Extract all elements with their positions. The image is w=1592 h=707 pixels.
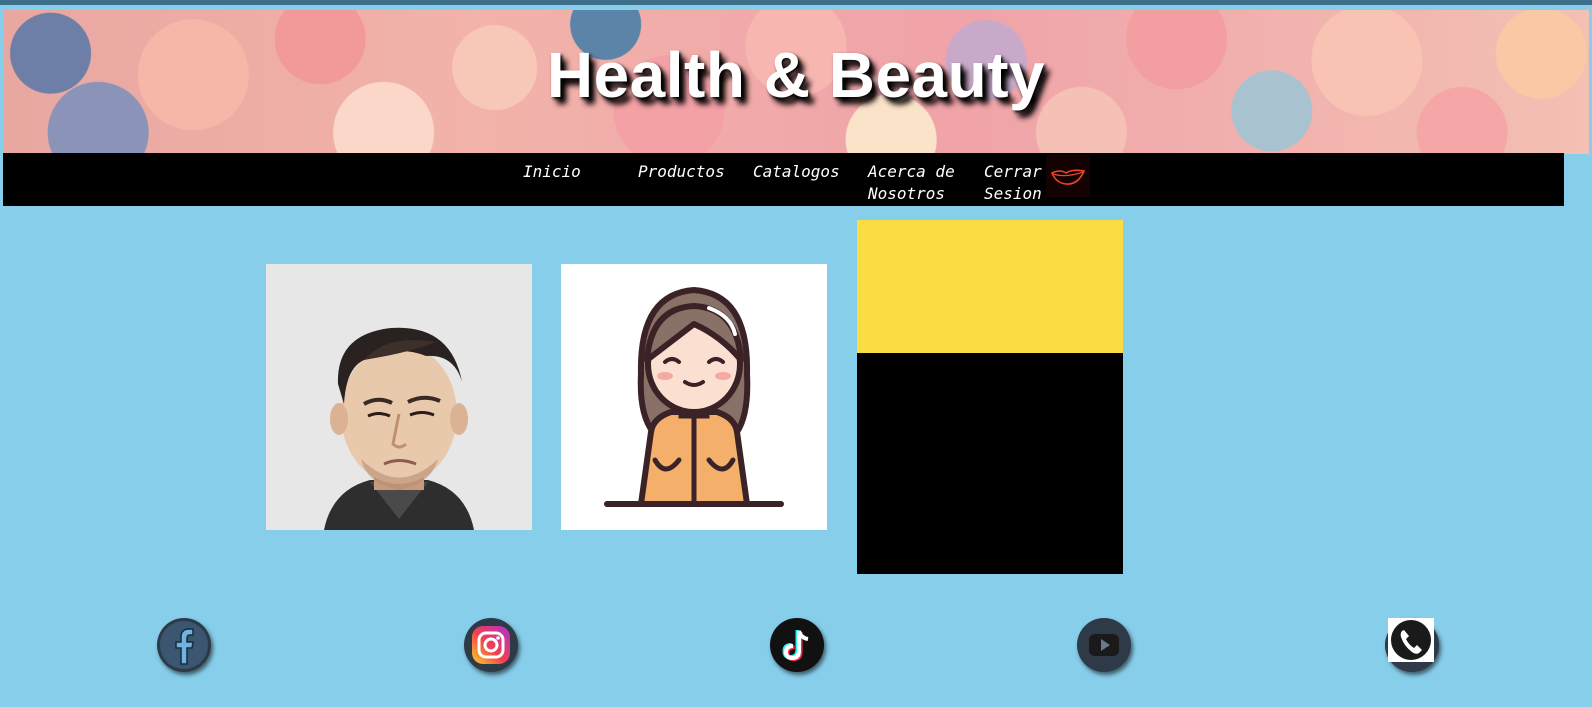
site-title: Health & Beauty [546,39,1046,111]
promo-placeholder-image [857,220,1123,574]
nav-item-inicio[interactable]: Inicio [523,161,633,183]
youtube-icon[interactable] [1077,618,1131,672]
nav-item-productos[interactable]: Productos [638,161,748,183]
female-avatar-image [561,264,827,530]
nav-item-catalogos[interactable]: Catalogos [753,161,863,183]
tiktok-icon[interactable] [770,618,824,672]
lips-icon [1046,155,1090,197]
nav-item-cerrar-sesion[interactable]: Cerrar Sesion [984,161,1048,205]
nav-item-acerca[interactable]: Acerca de Nosotros [868,161,968,205]
yellow-block [857,220,1123,353]
header-banner: Health & Beauty [3,10,1589,154]
phone-icon[interactable] [1385,618,1439,672]
male-avatar-image [266,264,532,530]
top-border [0,0,1592,5]
instagram-icon[interactable] [464,618,518,672]
facebook-icon[interactable] [157,618,211,672]
main-nav: Inicio Productos Catalogos Acerca de Nos… [3,153,1564,206]
